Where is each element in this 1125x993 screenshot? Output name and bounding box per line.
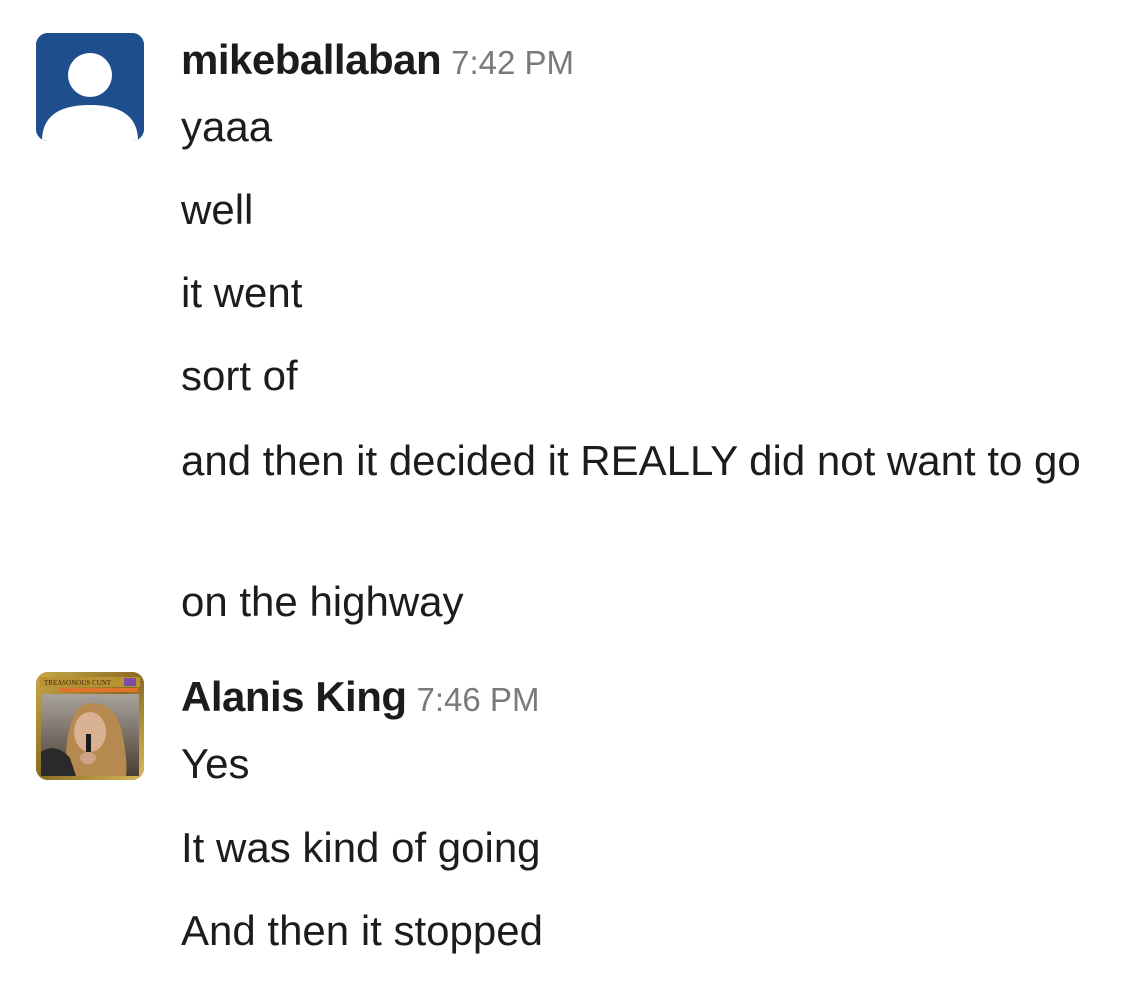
user-avatar-photo[interactable]: TREASONOUS CUNT — [36, 672, 144, 780]
message-line: It was kind of going — [181, 824, 541, 871]
message-line: sort of — [181, 352, 298, 399]
user-avatar-default-icon[interactable] — [36, 33, 144, 141]
message-line: it went — [181, 269, 303, 316]
author-line: Alanis King 7:46 PM — [181, 673, 539, 721]
author-name[interactable]: Alanis King — [181, 673, 407, 720]
message-line: yaaa — [181, 103, 273, 150]
trading-card-photo-icon: TREASONOUS CUNT — [36, 672, 144, 780]
message-line: on the highway — [181, 578, 464, 625]
user-silhouette-icon — [36, 33, 144, 141]
message-line: And then it stopped — [181, 907, 543, 954]
timestamp[interactable]: 7:42 PM — [451, 44, 574, 81]
message-line: and then it decided it REALLY did not wa… — [181, 437, 1081, 484]
author-line: mikeballaban 7:42 PM — [181, 36, 574, 84]
timestamp[interactable]: 7:46 PM — [417, 681, 540, 718]
avatar-caption: TREASONOUS CUNT — [44, 679, 112, 687]
message-line: Yes — [181, 740, 250, 787]
message-line: well — [181, 186, 254, 233]
author-name[interactable]: mikeballaban — [181, 36, 442, 83]
